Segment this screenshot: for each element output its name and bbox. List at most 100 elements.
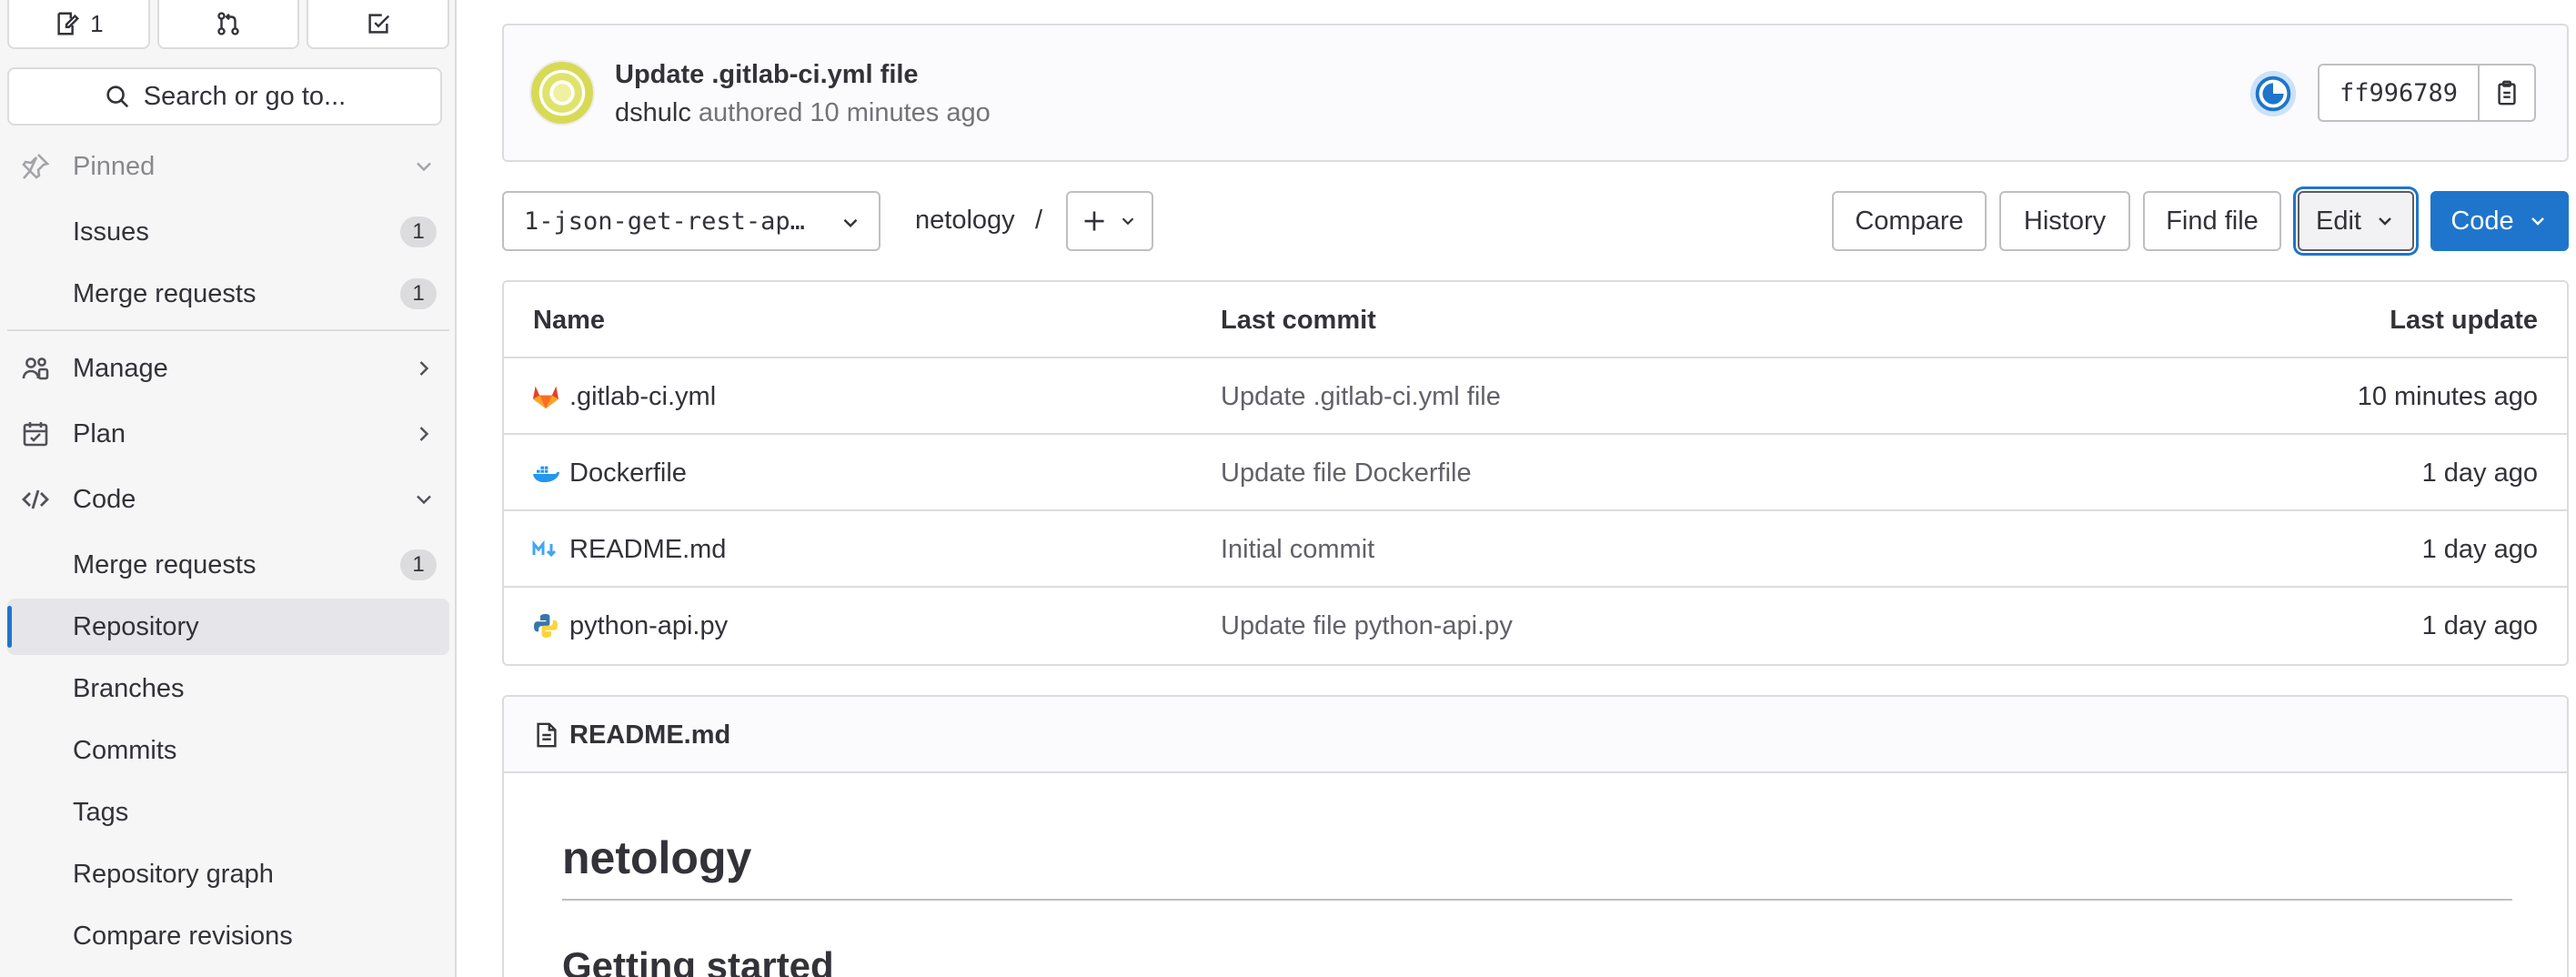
python-icon (534, 614, 558, 638)
sidebar-item-repository[interactable]: Repository (7, 599, 449, 655)
sidebar-section-code[interactable]: Code (7, 471, 449, 528)
chevron-down-icon (2379, 217, 2391, 226)
search-icon (106, 86, 128, 108)
readme-header: README.md (504, 697, 2567, 773)
last-update-time: 1 day ago (2421, 611, 2538, 640)
merge-request-icon (217, 12, 239, 35)
last-commit-link[interactable]: Update .gitlab-ci.yml file (1221, 382, 1501, 412)
edit-dropdown-button[interactable]: Edit (2298, 191, 2414, 251)
column-header-last-commit: Last commit (1221, 306, 1376, 335)
commit-author-link[interactable]: dshulc (615, 98, 691, 127)
sidebar-item-pinned-merge-requests[interactable]: Merge requests 1 (7, 266, 449, 322)
markdown-icon (532, 539, 557, 558)
sidebar-item-label: Issues (73, 217, 149, 247)
search-or-go-to-button[interactable]: Search or go to... (7, 67, 442, 126)
sidebar-item-label: Repository graph (73, 859, 274, 889)
sidebar-item-compare-revisions[interactable]: Compare revisions (7, 908, 449, 964)
code-icon (20, 484, 51, 515)
last-commit-link[interactable]: Initial commit (1221, 535, 1374, 565)
chevron-down-icon (411, 154, 437, 179)
sidebar-item-commits[interactable]: Commits (7, 722, 449, 779)
calendar-icon (20, 418, 51, 449)
last-update-time: 10 minutes ago (2357, 382, 2538, 411)
docker-icon (533, 466, 559, 483)
pinned-label: Pinned (73, 151, 156, 181)
sidebar-item-merge-requests[interactable]: Merge requests 1 (7, 537, 449, 593)
commit-sha-group: ff996789 (2318, 64, 2537, 122)
sidebar-section-label: Code (73, 484, 136, 514)
sidebar-section-plan[interactable]: Plan (7, 406, 449, 462)
sidebar-item-repository-graph[interactable]: Repository graph (7, 846, 449, 902)
readme-filename-link[interactable]: README.md (569, 720, 730, 750)
branch-name: 1-json-get-rest-ap… (524, 206, 805, 236)
add-to-tree-dropdown[interactable] (1066, 191, 1153, 251)
find-file-button[interactable]: Find file (2143, 191, 2281, 251)
sidebar-item-label: Merge requests (73, 549, 257, 579)
history-button[interactable]: History (1999, 191, 2130, 251)
merge-requests-counter-button[interactable] (156, 0, 300, 49)
sidebar-section-manage[interactable]: Manage (7, 340, 449, 397)
chevron-down-icon (1122, 217, 1134, 226)
chevron-down-icon (2531, 217, 2544, 226)
compare-button[interactable]: Compare (1832, 191, 1987, 251)
commit-authored-time: authored 10 minutes ago (698, 98, 991, 127)
table-row[interactable]: README.md Initial commit 1 day ago (504, 511, 2567, 588)
readme-heading-rule (562, 899, 2512, 901)
sidebar-item-label: Repository (73, 611, 199, 641)
table-row[interactable]: .gitlab-ci.yml Update .gitlab-ci.yml fil… (504, 358, 2567, 435)
pipeline-status-icon[interactable] (2249, 69, 2298, 118)
left-sidebar: 1 Search or go to... Pinned Issues 1 Mer… (0, 0, 457, 977)
repository-toolbar: 1-json-get-rest-ap… netology / Compare H… (502, 191, 2569, 251)
file-name-link[interactable]: README.md (569, 535, 726, 565)
sidebar-item-label: Commits (73, 735, 177, 765)
last-commit-link[interactable]: Update file Dockerfile (1221, 458, 1472, 488)
table-row[interactable]: Dockerfile Update file Dockerfile 1 day … (504, 435, 2567, 511)
sidebar-section-label: Manage (73, 353, 168, 383)
copy-sha-button[interactable] (2480, 64, 2537, 122)
sidebar-section-label: Plan (73, 418, 126, 448)
file-name-link[interactable]: .gitlab-ci.yml (569, 382, 716, 412)
readme-panel: README.md netology Getting started (502, 695, 2569, 977)
users-icon (20, 353, 51, 384)
readme-heading-1: netology (562, 832, 752, 883)
issues-icon (57, 12, 80, 35)
issues-count: 1 (90, 9, 104, 37)
branch-selector[interactable]: 1-json-get-rest-ap… (502, 191, 880, 251)
table-header: Name Last commit Last update (504, 282, 2567, 358)
commit-sha-button[interactable]: ff996789 (2318, 64, 2480, 122)
count-badge: 1 (400, 217, 437, 247)
commit-title-link[interactable]: Update .gitlab-ci.yml file (615, 60, 919, 90)
sidebar-item-label: Branches (73, 673, 185, 703)
code-dropdown-button[interactable]: Code (2430, 191, 2569, 251)
chevron-right-icon (411, 421, 437, 447)
sidebar-item-pinned-issues[interactable]: Issues 1 (7, 204, 449, 260)
table-row[interactable]: python-api.py Update file python-api.py … (504, 588, 2567, 664)
file-name-link[interactable]: Dockerfile (569, 458, 687, 488)
file-icon (537, 722, 557, 748)
sidebar-item-label: Merge requests (73, 278, 257, 308)
sidebar-divider (7, 329, 449, 331)
todo-icon (368, 14, 389, 34)
file-name-link[interactable]: python-api.py (569, 611, 728, 641)
todos-counter-button[interactable] (307, 0, 450, 49)
sidebar-item-tags[interactable]: Tags (7, 784, 449, 841)
pinned-section-toggle[interactable]: Pinned (7, 138, 449, 195)
chevron-down-icon (843, 218, 858, 227)
file-tree-table: Name Last commit Last update .gitlab-ci.… (502, 280, 2569, 666)
last-commit-link[interactable]: Update file python-api.py (1221, 611, 1513, 641)
chevron-right-icon (411, 356, 437, 381)
search-label: Search or go to... (143, 81, 347, 111)
issues-counter-button[interactable]: 1 (7, 0, 150, 49)
sidebar-item-label: Compare revisions (73, 921, 293, 951)
sidebar-item-branches[interactable]: Branches (7, 660, 449, 717)
column-header-name: Name (533, 306, 605, 335)
count-badge: 1 (400, 549, 437, 580)
copy-icon (2498, 80, 2516, 106)
breadcrumb-separator: / (1035, 206, 1043, 235)
breadcrumb-project-link[interactable]: netology (915, 206, 1015, 236)
avatar[interactable] (529, 60, 595, 126)
gitlab-icon (533, 386, 558, 408)
code-button-label: Code (2450, 206, 2514, 236)
count-badge: 1 (400, 278, 437, 309)
commit-meta: dshulc authored 10 minutes ago (615, 98, 991, 128)
